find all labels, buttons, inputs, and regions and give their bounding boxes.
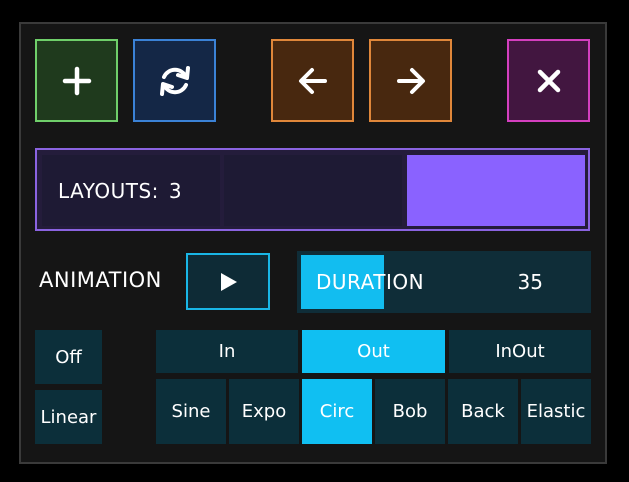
easing-circ-button[interactable]: Circ <box>302 379 372 444</box>
layouts-label: LAYOUTS: <box>58 178 159 203</box>
duration-value: 35 <box>517 270 543 294</box>
back-button[interactable] <box>271 39 354 122</box>
easing-linear-button[interactable]: Linear <box>35 390 102 444</box>
easing-sine-button[interactable]: Sine <box>156 379 226 444</box>
animation-label: ANIMATION <box>39 268 162 292</box>
easing-elastic-button[interactable]: Elastic <box>521 379 591 444</box>
arrow-left-icon <box>298 67 327 94</box>
layouts-count: 3 <box>168 178 182 203</box>
arrow-right-icon <box>396 67 425 94</box>
easing-in-button[interactable]: In <box>156 330 298 373</box>
easing-expo-button[interactable]: Expo <box>229 379 299 444</box>
refresh-button[interactable] <box>133 39 216 122</box>
easing-out-button[interactable]: Out <box>302 330 445 373</box>
easing-inout-button[interactable]: InOut <box>449 330 591 373</box>
close-icon <box>537 69 560 92</box>
close-button[interactable] <box>507 39 590 122</box>
plus-icon <box>62 66 91 95</box>
easing-off-button[interactable]: Off <box>35 330 102 384</box>
forward-button[interactable] <box>369 39 452 122</box>
duration-label: DURATION <box>316 270 425 294</box>
play-button[interactable] <box>186 253 270 310</box>
layout-segment-2[interactable] <box>224 155 402 226</box>
add-button[interactable] <box>35 39 118 122</box>
layout-segment-3[interactable] <box>407 155 585 226</box>
refresh-icon <box>159 65 190 96</box>
play-icon <box>221 272 237 291</box>
duration-slider[interactable]: DURATION 35 <box>297 251 591 313</box>
layout-segment-1[interactable]: LAYOUTS: 3 <box>42 155 220 226</box>
easing-bob-button[interactable]: Bob <box>375 379 445 444</box>
easing-back-button[interactable]: Back <box>448 379 518 444</box>
layouts-selector: LAYOUTS: 3 <box>35 148 590 231</box>
